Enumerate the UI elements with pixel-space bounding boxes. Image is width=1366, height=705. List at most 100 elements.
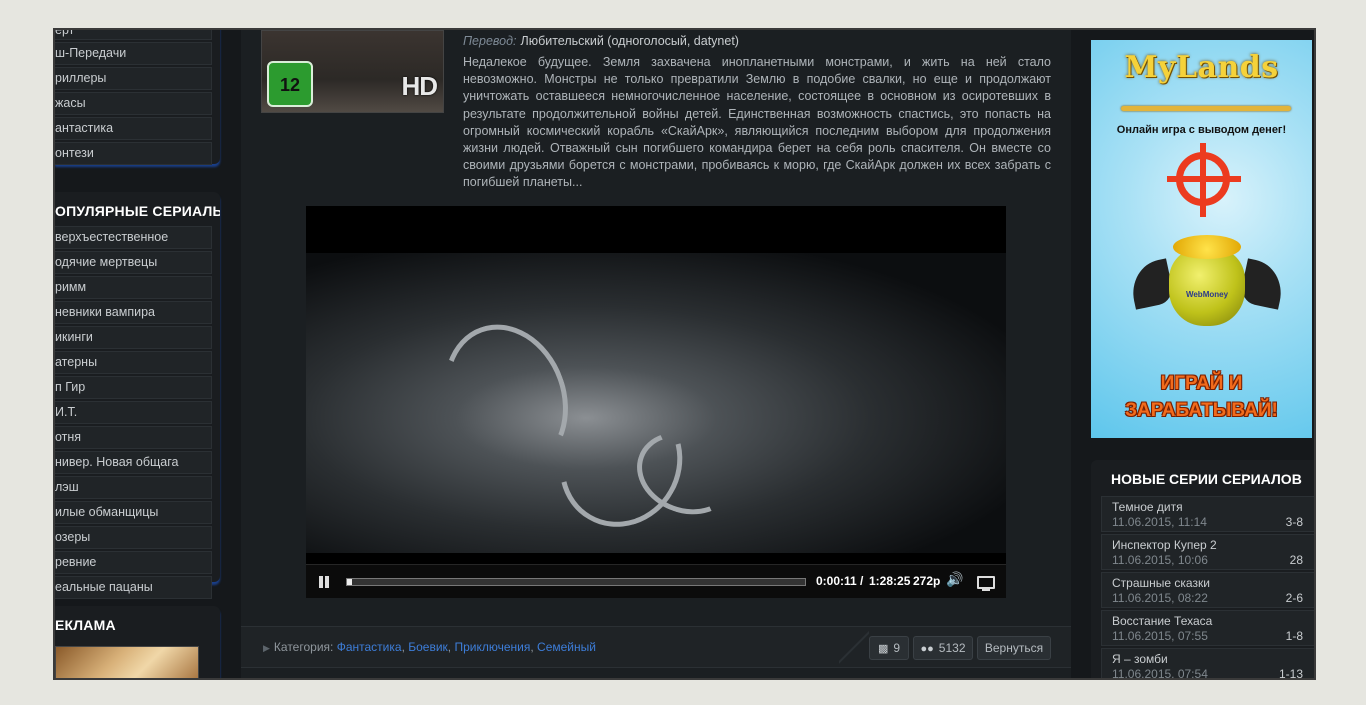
episode-name: Страшные сказки — [1112, 576, 1210, 590]
popular-series-item[interactable]: атерны — [55, 351, 212, 374]
progress-bar[interactable] — [346, 578, 806, 586]
popular-series-item[interactable]: п Гир — [55, 376, 212, 399]
episode-name: Инспектор Купер 2 — [1112, 538, 1217, 552]
total-time: 1:28:25 — [869, 574, 911, 588]
footer-divider — [839, 627, 869, 667]
popular-series-list: верхъестественное одячие мертвецы римм невн… — [55, 226, 220, 599]
genre-item[interactable]: ш-Передачи — [55, 42, 212, 65]
money-pot-icon — [1169, 248, 1245, 326]
left-sidebar: ерт ш-Передачи риллеры жасы антастика он… — [55, 30, 225, 678]
new-episode-item[interactable]: Восстание Техаса 11.06.2015, 07:55 1-8 — [1101, 610, 1314, 646]
current-time: 0:00:11 — [816, 574, 857, 588]
popular-series-item[interactable]: римм — [55, 276, 212, 299]
episode-name: Я – зомби — [1112, 652, 1168, 666]
comments-value: 9 — [893, 641, 901, 655]
movie-footer: ▶ Категория: Фантастика, Боевик, Приключе… — [241, 626, 1071, 668]
episode-ep: 1-8 — [1285, 629, 1303, 643]
episode-date: 11.06.2015, 11:14 — [1112, 515, 1207, 529]
users-icon: ●● — [920, 643, 934, 655]
ads-title: ЕКЛАМА — [55, 617, 116, 633]
pause-icon[interactable] — [318, 576, 330, 588]
new-episodes-block: НОВЫЕ СЕРИИ СЕРИАЛОВ Темное дитя 11.06.20… — [1091, 460, 1314, 680]
popular-series-item[interactable]: еальные пацаны — [55, 576, 212, 599]
category-link[interactable]: Боевик — [408, 640, 448, 654]
player-controls: 0:00:11 / 1:28:25 272p 🔊 — [306, 564, 1006, 598]
popular-series-item[interactable]: И.Т. — [55, 401, 212, 424]
category-link[interactable]: Приключения — [454, 640, 530, 654]
translation-label: Перевод: — [463, 34, 517, 48]
genre-item[interactable]: ерт — [55, 30, 212, 40]
new-episodes-list: Темное дитя 11.06.2015, 11:14 3-8 Инспектор… — [1091, 496, 1314, 680]
episode-date: 11.06.2015, 07:54 — [1112, 667, 1208, 680]
episode-ep: 3-8 — [1285, 515, 1303, 529]
popular-series-item[interactable]: икинги — [55, 326, 212, 349]
wing-icon — [1126, 258, 1176, 310]
episode-date: 11.06.2015, 08:22 — [1112, 591, 1208, 605]
episode-name: Восстание Техаса — [1112, 614, 1213, 628]
translation-info: Перевод: Любительский (одноголосый, datyn… — [463, 34, 739, 48]
episode-date: 11.06.2015, 07:55 — [1112, 629, 1208, 643]
banner-logo: MyLands — [1124, 50, 1279, 85]
hd-badge: HD — [401, 71, 438, 101]
right-sidebar: MyLands Онлайн игра с выводом денег! Web… — [1090, 30, 1314, 678]
webmoney-label: WebMoney — [1185, 290, 1229, 299]
episode-ep: 1-13 — [1278, 667, 1303, 680]
new-episode-item[interactable]: Инспектор Купер 2 11.06.2015, 10:06 28 — [1101, 534, 1314, 570]
back-button[interactable]: Вернуться — [977, 636, 1051, 660]
ads-block: ЕКЛАМА — [55, 606, 220, 678]
popular-series-item[interactable]: ревние — [55, 551, 212, 574]
banner-cta-line: ЗАРАБАТЫВАЙ! — [1125, 400, 1278, 421]
episode-date: 11.06.2015, 10:06 — [1112, 553, 1208, 567]
new-episode-item[interactable]: Страшные сказки 11.06.2015, 08:22 2-6 — [1101, 572, 1314, 608]
comments-count[interactable]: ▩ 9 — [869, 636, 909, 660]
popular-series-item[interactable]: озеры — [55, 526, 212, 549]
new-episode-item[interactable]: Темное дитя 11.06.2015, 11:14 3-8 — [1101, 496, 1314, 532]
wing-icon — [1238, 258, 1288, 310]
popular-series-item[interactable]: верхъестественное — [55, 226, 212, 249]
video-player[interactable]: 0:00:11 / 1:28:25 272p 🔊 — [306, 206, 1006, 598]
popular-series-item[interactable]: одячие мертвецы — [55, 251, 212, 274]
episode-ep: 2-6 — [1285, 591, 1303, 605]
main-content: 12 HD Перевод: Любительский (одноголосый,… — [241, 30, 1071, 678]
age-rating-badge: 12 — [267, 61, 313, 107]
quality-selector[interactable]: 272p — [913, 574, 940, 588]
popular-series-item[interactable]: нивер. Новая общага — [55, 451, 212, 474]
genre-item[interactable]: жасы — [55, 92, 212, 115]
views-value: 5132 — [938, 641, 966, 655]
banner-cta: ИГРАЙ И ЗАРАБАТЫВАЙ! — [1091, 370, 1312, 424]
episode-ep: 28 — [1289, 553, 1303, 567]
movie-description: Недалекое будущее. Земля захвачена инопл… — [463, 55, 1051, 190]
new-episode-item[interactable]: Я – зомби 11.06.2015, 07:54 1-13 — [1101, 648, 1314, 680]
movie-poster[interactable]: 12 HD — [261, 30, 444, 113]
coins-icon — [1173, 235, 1241, 259]
genre-item[interactable]: риллеры — [55, 67, 212, 90]
popular-series-item[interactable]: отня — [55, 426, 212, 449]
ad-image[interactable] — [55, 646, 199, 678]
genre-menu: ерт ш-Передачи риллеры жасы антастика он… — [55, 30, 220, 165]
popular-series-item[interactable]: невники вампира — [55, 301, 212, 324]
category-link[interactable]: Семейный — [537, 640, 596, 654]
fullscreen-icon[interactable] — [977, 576, 995, 591]
popular-series-item[interactable]: илые обманщицы — [55, 501, 212, 524]
category-link[interactable]: Фантастика — [337, 640, 402, 654]
translation-value: Любительский (одноголосый, datynet) — [520, 34, 739, 48]
chevron-right-icon: ▶ — [263, 643, 270, 653]
banner-cta-line: ИГРАЙ И — [1160, 373, 1243, 394]
volume-icon[interactable]: 🔊 — [946, 571, 963, 588]
popular-series-title: ОПУЛЯРНЫЕ СЕРИАЛЫ — [55, 203, 220, 219]
genre-item[interactable]: онтези — [55, 142, 212, 165]
popular-series-item[interactable]: лэш — [55, 476, 212, 499]
mylands-banner[interactable]: MyLands Онлайн игра с выводом денег! Web… — [1091, 40, 1312, 438]
episode-name: Темное дитя — [1112, 500, 1183, 514]
views-count: ●● 5132 — [913, 636, 973, 660]
genre-item[interactable]: антастика — [55, 117, 212, 140]
time-separator: / — [860, 574, 864, 588]
popular-series-block: ОПУЛЯРНЫЕ СЕРИАЛЫ верхъестественное одячи… — [55, 192, 220, 599]
banner-tagline: Онлайн игра с выводом денег! — [1116, 124, 1287, 136]
crosshair-icon — [1167, 143, 1241, 217]
comment-icon: ▩ — [877, 643, 889, 655]
video-frame[interactable] — [306, 253, 1006, 553]
progress-fill — [347, 579, 352, 585]
page-frame: ерт ш-Передачи риллеры жасы антастика он… — [53, 28, 1316, 680]
sword-icon — [1121, 106, 1291, 111]
